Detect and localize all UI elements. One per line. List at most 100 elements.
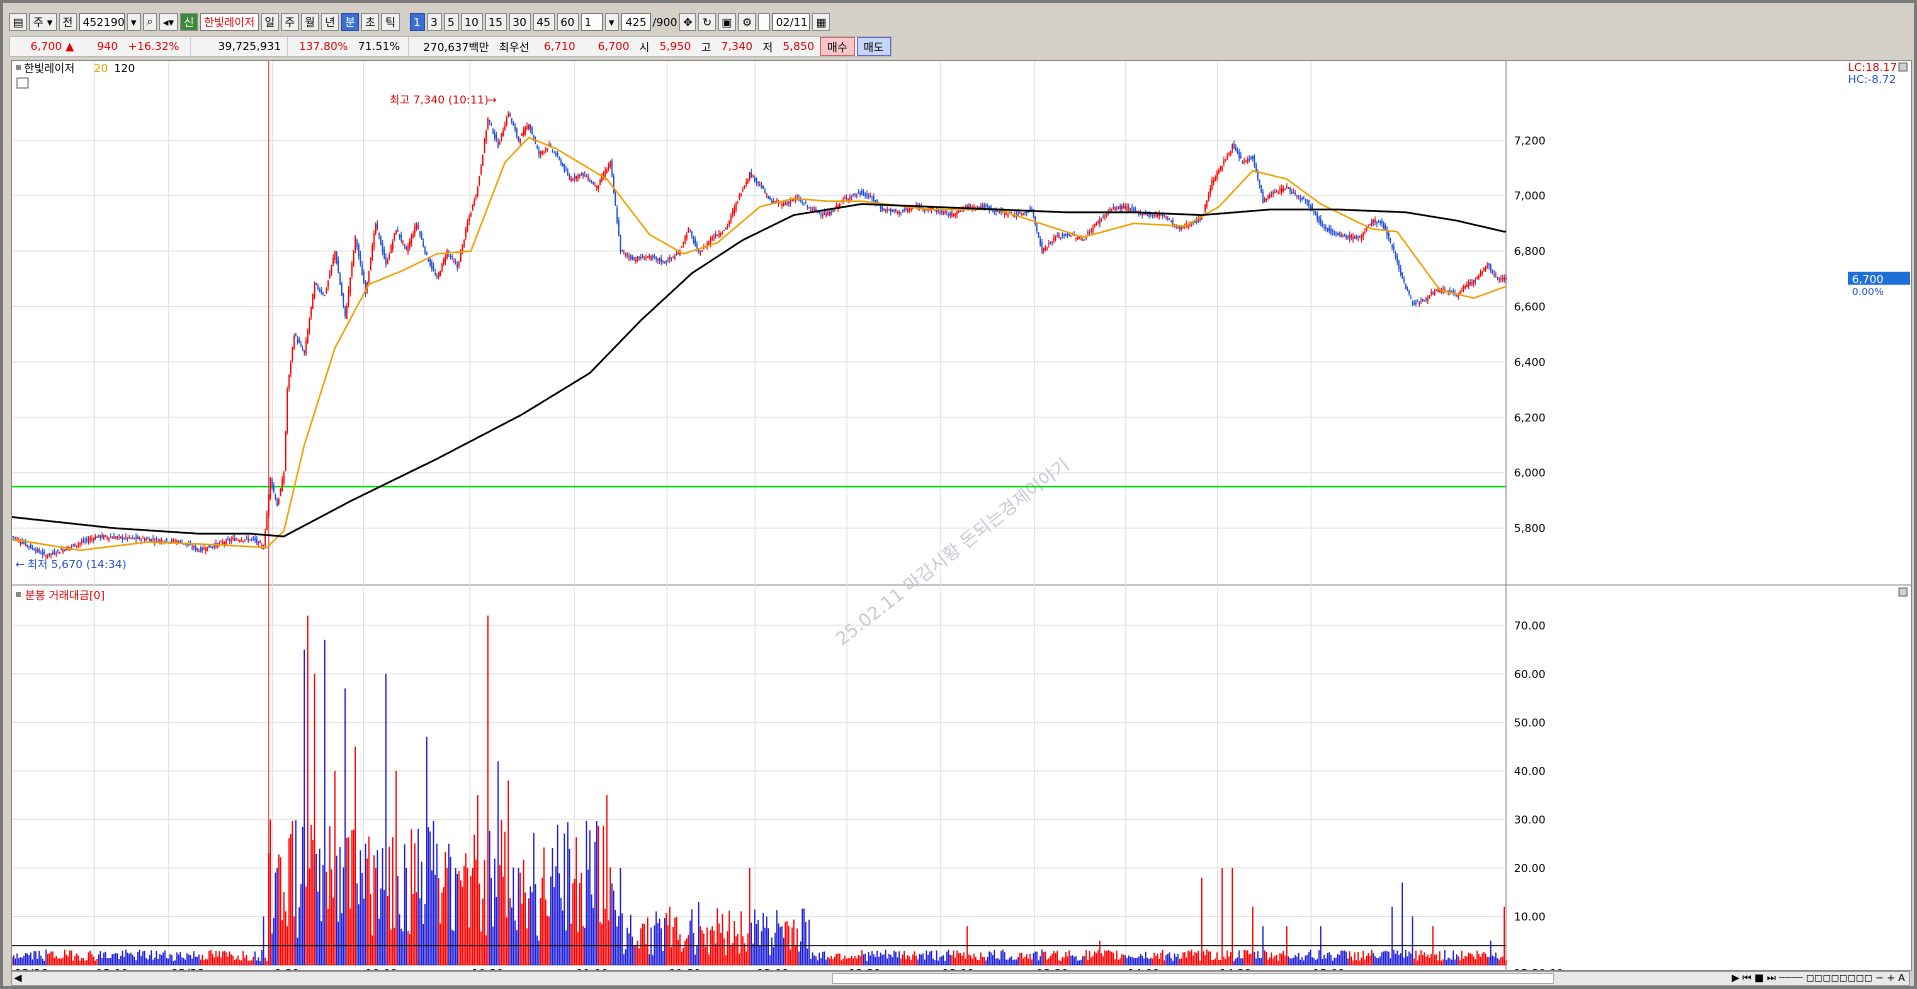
candle-body: [220, 541, 222, 543]
date-input[interactable]: 02/11: [771, 13, 810, 31]
volume-bar: [1367, 953, 1370, 965]
volume-bar: [915, 956, 917, 965]
save-icon[interactable]: ▣: [717, 13, 737, 31]
volume-bar: [244, 957, 246, 965]
candle-body: [327, 280, 329, 287]
candle-body: [1289, 187, 1291, 192]
volume-bar: [1116, 950, 1118, 965]
candle-body: [409, 241, 411, 248]
date-checkbox[interactable]: [757, 13, 770, 31]
candle-body: [373, 233, 375, 248]
speaker-icon[interactable]: ◂▾: [158, 13, 178, 31]
candle-body: [48, 552, 51, 556]
scroll-right-icon[interactable]: ▶: [1732, 973, 1740, 984]
volume-bar: [24, 952, 27, 965]
candle-body: [1355, 235, 1358, 238]
period-tab-4[interactable]: 분: [341, 13, 360, 31]
calendar-icon[interactable]: ▦: [811, 13, 831, 31]
chart-svg[interactable]: 25.02.11 마감시황 돈되는경제이야기 7,2007,0006,8006,…: [11, 61, 1911, 980]
candle-body: [1122, 205, 1125, 208]
rewind-icon[interactable]: ⏮: [1742, 973, 1751, 984]
volume-bar: [499, 865, 501, 965]
volume-panel-close-icon[interactable]: [1898, 587, 1908, 597]
volume-bar: [1389, 958, 1392, 965]
interval-button-3[interactable]: 3: [426, 13, 442, 31]
volume-bar: [577, 931, 579, 965]
interval-button-15[interactable]: 15: [484, 13, 507, 31]
time-tick-label: 02/11: [171, 967, 206, 970]
buy-button[interactable]: 매수: [820, 37, 855, 56]
period-tab-5[interactable]: 초: [361, 13, 380, 31]
interval-button-10[interactable]: 10: [460, 13, 483, 31]
zoom-range-icon[interactable]: ┄┄┄┄: [1779, 973, 1803, 984]
scroll-thumb[interactable]: [832, 973, 1554, 984]
period-tab-0[interactable]: 일: [260, 13, 279, 31]
volume-bar: [1500, 957, 1502, 965]
interval-button-60[interactable]: 60: [556, 13, 579, 31]
grid-toggle-icon[interactable]: [16, 77, 29, 89]
candle-body: [359, 253, 362, 264]
stop-icon[interactable]: ■: [1754, 973, 1763, 984]
volume-bar: [1355, 960, 1358, 965]
candle-body: [1165, 216, 1167, 218]
candle-body: [1155, 214, 1157, 216]
volume-bar: [859, 956, 861, 965]
volume-bar: [920, 954, 922, 965]
period-select[interactable]: 주 ▾: [29, 13, 57, 31]
volume-bar: [137, 952, 139, 965]
dropdown-icon[interactable]: ▾: [126, 13, 141, 31]
crosshair-icon[interactable]: ✥: [679, 13, 697, 31]
volume-bar: [154, 957, 156, 965]
volume-bar: [646, 917, 649, 965]
period-tab-1[interactable]: 주: [280, 13, 299, 31]
volume-bar: [420, 861, 423, 965]
interval-button-1[interactable]: 1: [409, 13, 425, 31]
volume-bar: [133, 956, 136, 965]
search-icon[interactable]: ⌕: [142, 13, 157, 31]
candle-body: [1100, 218, 1103, 220]
interval-input[interactable]: 1: [580, 13, 603, 31]
volume-bar: [692, 932, 695, 965]
interval-button-45[interactable]: 45: [532, 13, 555, 31]
layout-icon[interactable]: ▤: [9, 13, 28, 31]
period-tab-6[interactable]: 틱: [381, 13, 400, 31]
period-tab-3[interactable]: 년: [321, 13, 340, 31]
zoom-in-icon[interactable]: +: [1887, 973, 1895, 984]
sell-button[interactable]: 매도: [856, 37, 891, 56]
interval-button-5[interactable]: 5: [443, 13, 459, 31]
volume-bar: [1019, 953, 1021, 965]
zoom-out-icon[interactable]: −: [1875, 973, 1883, 984]
candle-body: [330, 265, 333, 273]
interval-button-30[interactable]: 30: [508, 13, 531, 31]
stock-code-input[interactable]: 452190: [78, 13, 125, 31]
volume-bar: [1102, 956, 1104, 965]
count-input[interactable]: 425: [620, 13, 651, 31]
candle-body: [895, 209, 897, 212]
stock-name[interactable]: 한빛레이저: [200, 13, 259, 31]
period-tab-2[interactable]: 월: [300, 13, 320, 31]
candle-body: [281, 479, 283, 492]
volume-bar: [1430, 954, 1432, 965]
scroll-left-icon[interactable]: ◀: [14, 973, 22, 984]
volume-bar: [456, 873, 458, 965]
panel-close-icon[interactable]: [1898, 62, 1908, 72]
volume-bar: [74, 955, 76, 965]
candle-body: [1391, 244, 1393, 248]
candle-body: [587, 176, 589, 180]
scope-select[interactable]: 전: [58, 13, 77, 31]
font-size-icon[interactable]: A: [1898, 973, 1905, 984]
gear-icon[interactable]: ⚙: [738, 13, 756, 31]
scroll-bar[interactable]: ◀ ▶ ⏮ ■ ⏭ ┄┄┄┄ ◻◻◻◻◻◻◻◻ − + A: [11, 971, 1910, 986]
candle-body: [205, 549, 207, 552]
chart-area[interactable]: 25.02.11 마감시황 돈되는경제이야기 7,200 7,000 6,800 6,…: [11, 60, 1912, 980]
forward-icon[interactable]: ⏭: [1767, 973, 1776, 984]
candle-body: [1026, 212, 1028, 214]
tool-icons[interactable]: ◻◻◻◻◻◻◻◻: [1806, 973, 1872, 984]
volume-bar: [1221, 867, 1223, 965]
volume-bar: [1144, 951, 1147, 965]
volume-bar: [1034, 951, 1036, 965]
interval-dropdown-icon[interactable]: ▾: [604, 13, 619, 31]
refresh-icon[interactable]: ↻: [698, 13, 716, 31]
volume-bar: [1002, 949, 1004, 965]
volume-bar: [760, 931, 763, 965]
